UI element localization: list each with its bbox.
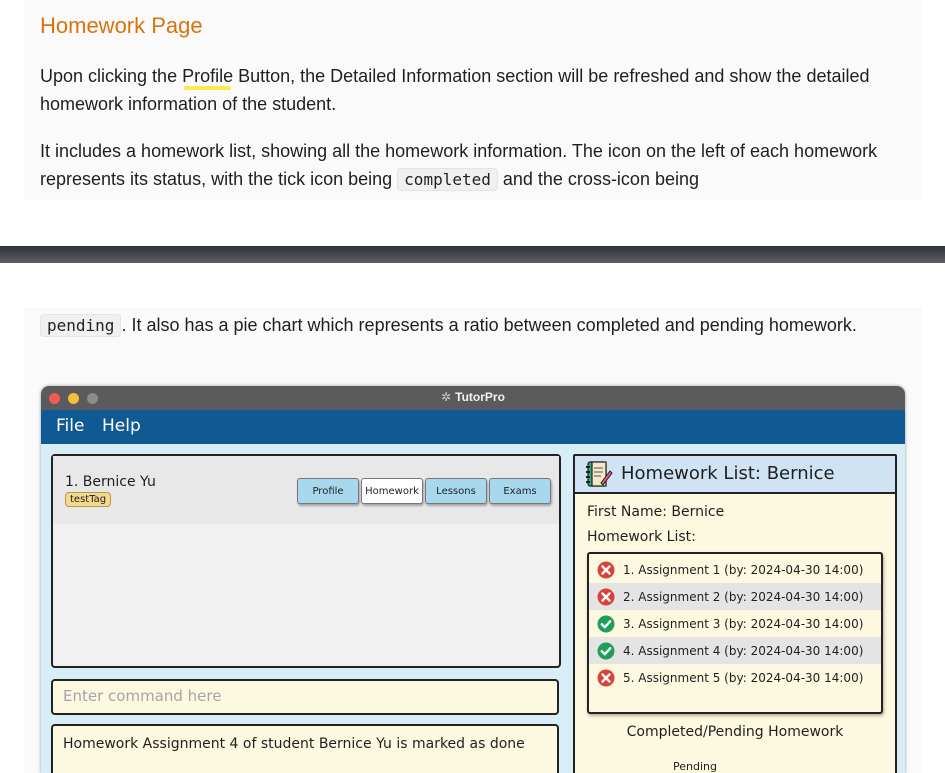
inline-code-pending: pending: [40, 314, 122, 337]
paragraph-pie: pending. It also has a pie chart which r…: [40, 311, 900, 340]
homework-item[interactable]: 1. Assignment 1 (by: 2024-04-30 14:00): [589, 556, 881, 583]
detail-panel: Homework List: Bernice First Name: Berni…: [573, 454, 897, 773]
menu-help[interactable]: Help: [102, 416, 141, 436]
homework-item[interactable]: 4. Assignment 4 (by: 2024-04-30 14:00): [589, 637, 881, 664]
exams-button[interactable]: Exams: [489, 478, 551, 504]
cross-icon: [597, 669, 615, 686]
homework-item[interactable]: 2. Assignment 2 (by: 2024-04-30 14:00): [589, 583, 881, 610]
command-input[interactable]: [53, 681, 553, 711]
cross-icon: [597, 588, 615, 605]
title-bar: ✲ TutorPro: [41, 386, 905, 410]
command-box: [51, 679, 559, 715]
homework-item-text: 5. Assignment 5 (by: 2024-04-30 14:00): [623, 670, 864, 685]
person-name: 1. Bernice Yu: [65, 474, 156, 490]
app-logo-icon: ✲: [441, 390, 452, 404]
window-title-text: TutorPro: [455, 390, 505, 404]
paragraph-profile: Upon clicking the Profile Button, the De…: [40, 62, 900, 118]
text-span: Upon clicking the: [40, 66, 183, 86]
tick-icon: [597, 615, 615, 632]
homework-list-label: Homework List:: [587, 529, 696, 545]
pie-chart-label-pending: Pending: [673, 760, 717, 773]
app-window: ✲ TutorPro File Help 1. Bernice Yu testTa…: [41, 386, 905, 773]
person-tag: testTag: [65, 492, 112, 507]
homework-item-text: 1. Assignment 1 (by: 2024-04-30 14:00): [623, 562, 864, 577]
page-divider: [0, 246, 945, 263]
first-name-field: First Name: Bernice: [587, 504, 725, 520]
paragraph-list: It includes a homework list, showing all…: [40, 137, 900, 194]
notebook-icon: [586, 461, 613, 487]
highlighted-word-profile: Profile: [182, 66, 234, 86]
section-heading: Homework Page: [40, 13, 203, 38]
homework-item-text: 4. Assignment 4 (by: 2024-04-30 14:00): [623, 643, 864, 658]
pie-chart-title: Completed/Pending Homework: [626, 724, 844, 740]
menu-file[interactable]: File: [56, 416, 84, 436]
text-span: and the cross-icon being: [497, 169, 699, 189]
cross-icon: [597, 561, 615, 578]
homework-list: 1. Assignment 1 (by: 2024-04-30 14:00) 2…: [587, 552, 883, 714]
homework-item-text: 2. Assignment 2 (by: 2024-04-30 14:00): [623, 589, 864, 604]
homework-item[interactable]: 3. Assignment 3 (by: 2024-04-30 14:00): [589, 610, 881, 637]
window-title: ✲ TutorPro: [41, 390, 905, 404]
homework-item[interactable]: 5. Assignment 5 (by: 2024-04-30 14:00): [589, 664, 881, 691]
detail-header: Homework List: Bernice: [575, 456, 895, 494]
homework-item-text: 3. Assignment 3 (by: 2024-04-30 14:00): [623, 616, 864, 631]
homework-button[interactable]: Homework: [361, 478, 423, 504]
menu-bar: File Help: [41, 410, 905, 444]
person-list-panel: 1. Bernice Yu testTag Profile Homework L…: [51, 454, 561, 668]
detail-title: Homework List: Bernice: [621, 463, 835, 484]
lessons-button[interactable]: Lessons: [425, 478, 487, 504]
profile-button[interactable]: Profile: [297, 478, 359, 504]
inline-code-completed: completed: [397, 168, 498, 191]
tick-icon: [597, 642, 615, 659]
text-span: . It also has a pie chart which represen…: [121, 315, 857, 335]
result-display: Homework Assignment 4 of student Bernice…: [51, 724, 559, 773]
person-card[interactable]: 1. Bernice Yu testTag Profile Homework L…: [53, 456, 559, 524]
result-text: Homework Assignment 4 of student Bernice…: [63, 736, 525, 752]
